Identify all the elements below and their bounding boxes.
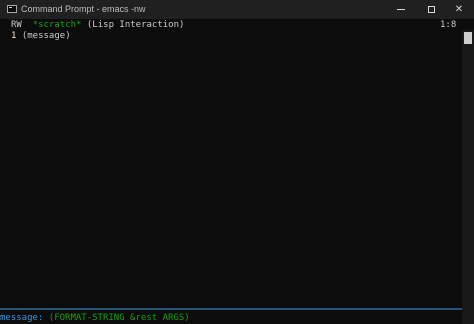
minimize-button[interactable] [388, 0, 414, 19]
terminal-app-icon [7, 5, 17, 13]
echo-function-name: message: [0, 313, 44, 323]
close-icon: ✕ [454, 4, 464, 15]
echo-signature: (FORMAT-STRING &rest ARGS) [48, 313, 190, 323]
scrollbar-thumb[interactable] [464, 32, 472, 44]
buffer-name: *scratch* [32, 20, 82, 30]
major-mode: (Lisp Interaction) [86, 20, 185, 30]
mode-line [0, 308, 462, 310]
terminal-area[interactable]: RW *scratch* (Lisp Interaction) 1:8 1 (m… [0, 19, 474, 324]
maximize-icon [427, 6, 435, 13]
window-title: Command Prompt - emacs -nw [21, 4, 146, 14]
window-titlebar[interactable]: Command Prompt - emacs -nw ✕ [0, 0, 474, 19]
vertical-scrollbar[interactable] [462, 30, 474, 324]
close-button[interactable]: ✕ [446, 0, 472, 19]
line-text[interactable]: (message) [22, 31, 71, 41]
buffer-status: RW [11, 20, 22, 30]
line-number: 1 [11, 31, 17, 41]
cursor-position: 1:8 [440, 20, 457, 30]
maximize-button[interactable] [418, 0, 444, 19]
echo-area: message: (FORMAT-STRING &rest ARGS) [0, 313, 190, 323]
code-line[interactable]: 1 (message) [11, 31, 71, 41]
emacs-header-line: RW *scratch* (Lisp Interaction) [11, 20, 184, 30]
minimize-icon [397, 9, 405, 10]
